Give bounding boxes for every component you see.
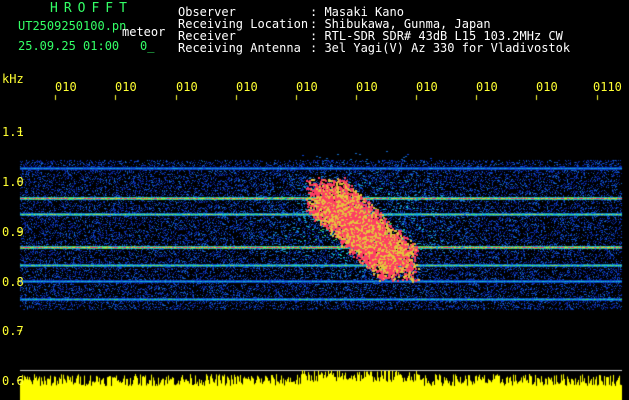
y-tick-label: 0.6 xyxy=(2,374,24,388)
y-axis-unit: kHz xyxy=(2,72,24,86)
y-tick-label: 1.1 xyxy=(2,125,24,139)
time-tick-label: 010 xyxy=(416,80,438,94)
timestamp-label: 25.09.25 01:00 xyxy=(18,39,120,53)
time-tick-label: 010 xyxy=(296,80,318,94)
time-tick-label: 010 xyxy=(55,80,77,94)
time-tick-label: 010 xyxy=(536,80,558,94)
time-tick-label: 010 xyxy=(115,80,137,94)
time-tick-label: 0110 xyxy=(593,80,622,94)
file-name-label: UT2509250100.pn xyxy=(18,19,127,33)
info-value-antenna: : 3el Yagi(V) Az 330 for Vladivostok xyxy=(310,41,571,55)
count-label: 0_ xyxy=(140,39,155,53)
y-tick-label: 1.0 xyxy=(2,175,24,189)
y-tick-label: 0.9 xyxy=(2,225,24,239)
y-tick-label: 0.8 xyxy=(2,275,24,289)
y-tick-label: 0.7 xyxy=(2,324,24,338)
spectrogram-canvas xyxy=(0,0,629,400)
info-label-antenna: Receiving Antenna xyxy=(178,41,301,55)
time-tick-label: 010 xyxy=(176,80,198,94)
time-tick-label: 010 xyxy=(236,80,258,94)
meteor-label: meteor xyxy=(122,25,166,39)
time-tick-label: 010 xyxy=(356,80,378,94)
time-tick-label: 010 xyxy=(476,80,498,94)
hrofft-logo: HROFFT xyxy=(50,1,133,16)
